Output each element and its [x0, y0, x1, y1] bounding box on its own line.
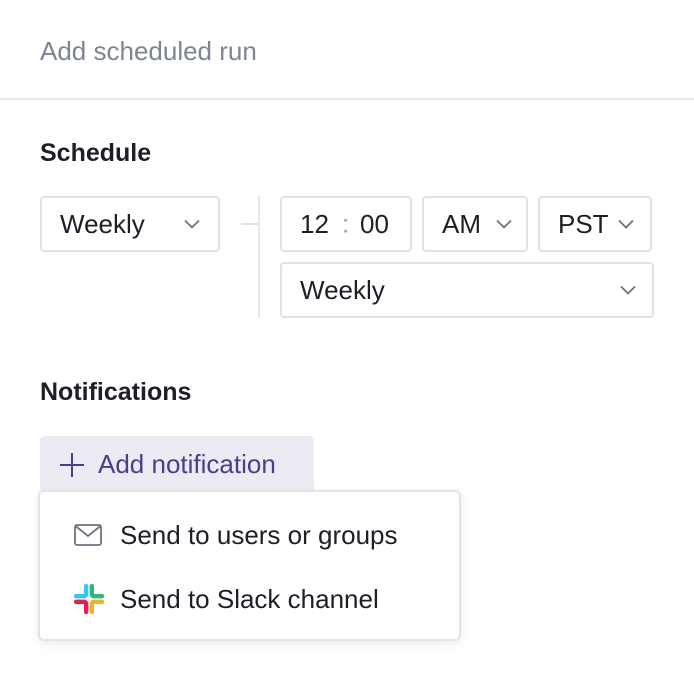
am-pm-select-value: AM: [442, 209, 481, 239]
repeat-select-value: Weekly: [300, 275, 385, 305]
timezone-select[interactable]: PST: [538, 196, 652, 252]
notification-type-menu: Send to users or groups Send to Slack ch…: [38, 490, 461, 641]
am-pm-select[interactable]: AM: [422, 196, 528, 252]
add-notification-label: Add notification: [98, 449, 276, 479]
menu-item-label: Send to users or groups: [120, 520, 398, 550]
schedule-vertical-divider: [258, 196, 260, 318]
chevron-down-icon: [618, 219, 634, 229]
hour-field[interactable]: 12: [300, 208, 329, 240]
plus-icon: [60, 453, 84, 477]
time-separator: :: [342, 208, 350, 239]
menu-item-send-to-slack[interactable]: Send to Slack channel: [40, 568, 459, 630]
slack-icon: [73, 583, 105, 615]
dialog-title: Add scheduled run: [40, 36, 257, 66]
timezone-select-value: PST: [558, 209, 609, 239]
dialog-header: Add scheduled run: [0, 0, 694, 100]
schedule-section-title: Schedule: [40, 139, 152, 167]
envelope-icon: [74, 524, 102, 546]
notifications-section-title: Notifications: [40, 378, 192, 406]
menu-item-label: Send to Slack channel: [120, 584, 379, 614]
time-input[interactable]: 12 : 00: [280, 196, 412, 252]
chevron-down-icon: [184, 219, 200, 229]
repeat-select[interactable]: Weekly: [280, 262, 654, 318]
minute-field[interactable]: 00: [360, 208, 389, 240]
chevron-down-icon: [496, 219, 512, 229]
schedule-connector-line: [241, 223, 259, 225]
frequency-select-value: Weekly: [60, 209, 145, 239]
chevron-down-icon: [620, 285, 636, 295]
add-notification-button[interactable]: Add notification: [40, 436, 314, 492]
frequency-select[interactable]: Weekly: [40, 196, 220, 252]
menu-item-send-to-users[interactable]: Send to users or groups: [40, 504, 459, 566]
